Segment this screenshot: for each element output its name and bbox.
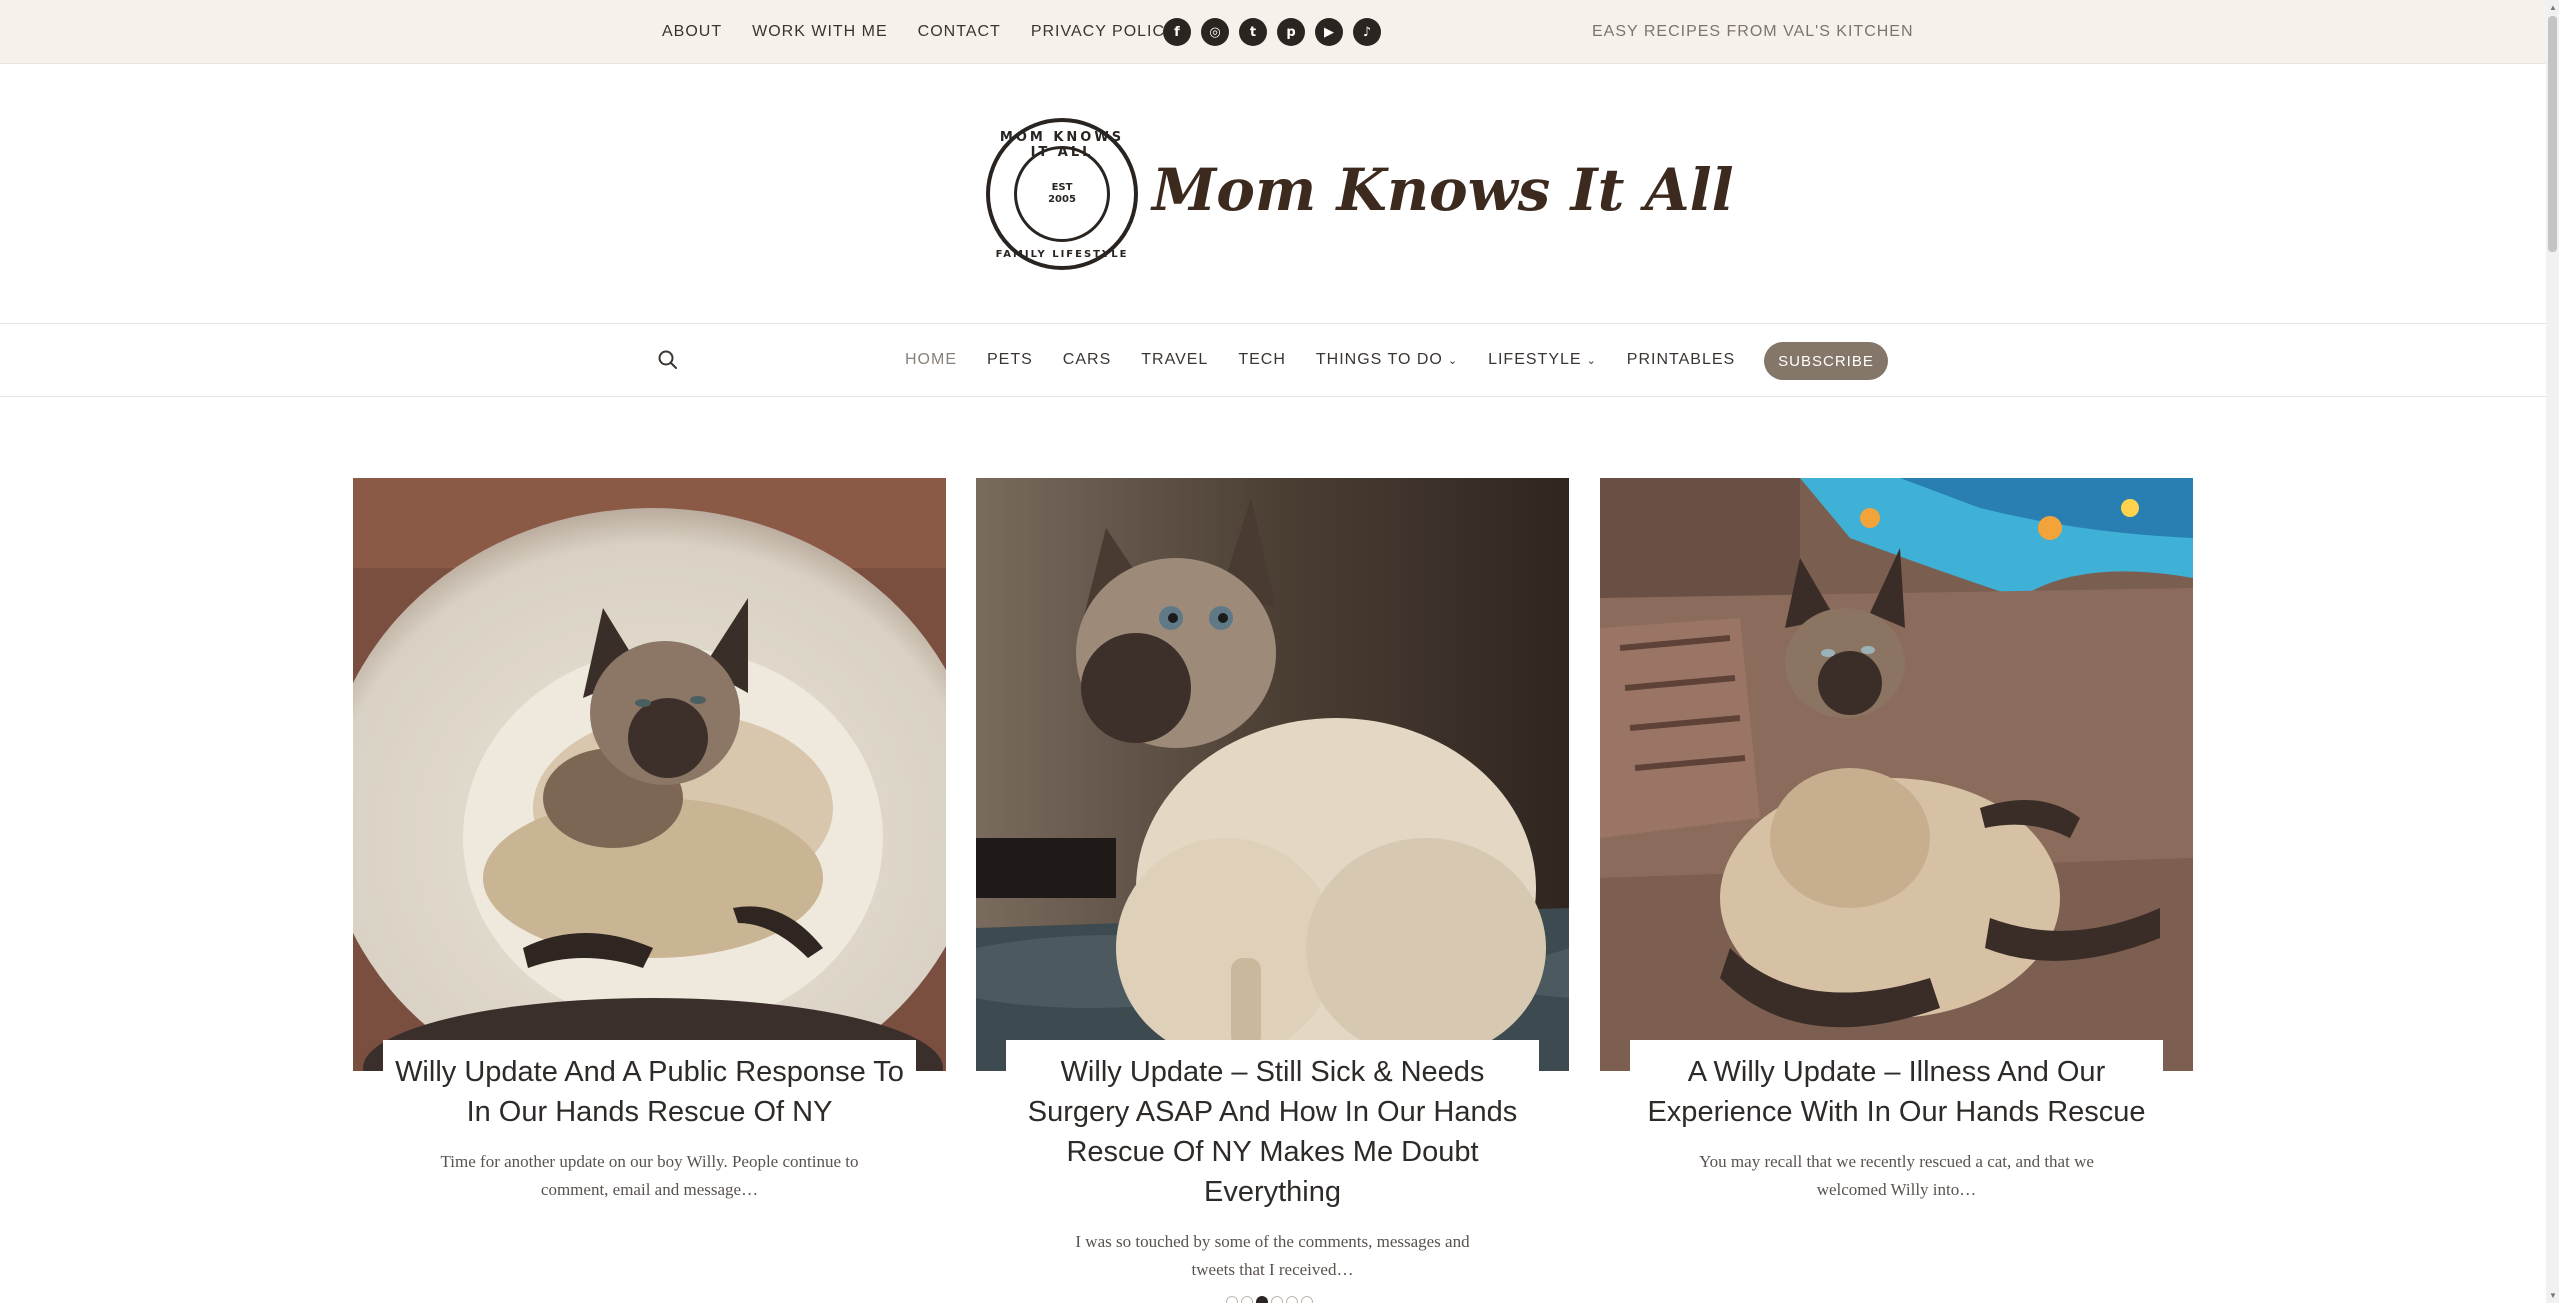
carousel-dot[interactable] xyxy=(1301,1296,1313,1303)
main-nav: HOME PETS CARS TRAVEL TECH THINGS TO DO ⌄… xyxy=(0,323,2546,397)
post-excerpt: I was so touched by some of the comments… xyxy=(1075,1232,1470,1279)
logo-seal-bottom-text: FAMILY LIFESTYLE xyxy=(995,249,1129,260)
nav-item-label: TRAVEL xyxy=(1141,351,1209,368)
page-scrollbar[interactable]: ▲ ▼ xyxy=(2546,0,2559,1303)
carousel-dot[interactable] xyxy=(1271,1296,1283,1303)
logo-seal-est: EST xyxy=(1051,182,1073,193)
nav-item-pets[interactable]: PETS xyxy=(987,351,1033,369)
top-nav-contact[interactable]: CONTACT xyxy=(918,23,1001,41)
post-card[interactable]: A Willy Update – Illness And Our Experie… xyxy=(1600,478,2193,1204)
post-image-cat-sitting[interactable] xyxy=(976,478,1569,1071)
nav-item-label: TECH xyxy=(1238,351,1286,368)
primary-menu: HOME PETS CARS TRAVEL TECH THINGS TO DO ⌄… xyxy=(905,324,1735,396)
top-nav-about[interactable]: ABOUT xyxy=(662,23,722,41)
top-nav-work-with-me[interactable]: WORK WITH ME xyxy=(752,23,888,41)
post-title-box: Willy Update And A Public Response To In… xyxy=(383,1040,916,1204)
carousel-dot[interactable] xyxy=(1226,1296,1238,1303)
nav-item-tech[interactable]: TECH xyxy=(1238,351,1286,369)
post-title-box: A Willy Update – Illness And Our Experie… xyxy=(1630,1040,2163,1204)
post-title[interactable]: Willy Update And A Public Response To In… xyxy=(393,1052,906,1132)
chevron-down-icon: ⌄ xyxy=(1447,354,1459,367)
nav-item-label: LIFESTYLE xyxy=(1488,351,1582,368)
post-card[interactable]: Willy Update And A Public Response To In… xyxy=(353,478,946,1204)
carousel-dot[interactable] xyxy=(1241,1296,1253,1303)
chevron-down-icon: ⌄ xyxy=(1586,354,1597,367)
top-nav: ABOUT WORK WITH ME CONTACT PRIVACY POLIC… xyxy=(662,0,1177,64)
nav-item-travel[interactable]: TRAVEL xyxy=(1141,351,1208,369)
tiktok-icon[interactable]: ♪ xyxy=(1353,18,1381,46)
post-image-cat-in-bed[interactable] xyxy=(353,478,946,1071)
search-icon xyxy=(658,350,677,369)
site-title[interactable]: Mom Knows It All xyxy=(1152,156,1734,224)
tagline[interactable]: EASY RECIPES FROM VAL'S KITCHEN xyxy=(1592,0,1914,64)
subscribe-button[interactable]: SUBSCRIBE xyxy=(1764,342,1888,380)
scrollbar-thumb[interactable] xyxy=(2548,16,2557,252)
nav-item-label: THINGS TO DO xyxy=(1315,351,1443,368)
social-links: f ◎ t p ▶ ♪ xyxy=(1163,18,1381,46)
nav-item-lifestyle[interactable]: LIFESTYLE ⌄ xyxy=(1488,351,1597,369)
logo-seal-year: 2005 xyxy=(1048,194,1076,205)
nav-item-things-to-do[interactable]: THINGS TO DO ⌄ xyxy=(1316,351,1458,369)
scroll-up-icon[interactable]: ▲ xyxy=(2549,3,2557,12)
nav-item-label: PETS xyxy=(987,351,1033,368)
logo-seal-center: EST 2005 xyxy=(1014,146,1110,242)
nav-item-home[interactable]: HOME xyxy=(905,351,957,369)
nav-item-label: CARS xyxy=(1062,351,1112,368)
nav-item-printables[interactable]: PRINTABLES xyxy=(1627,351,1735,369)
facebook-icon[interactable]: f xyxy=(1163,18,1191,46)
post-title[interactable]: A Willy Update – Illness And Our Experie… xyxy=(1640,1052,2153,1132)
youtube-icon[interactable]: ▶ xyxy=(1315,18,1343,46)
twitter-icon[interactable]: t xyxy=(1239,18,1267,46)
post-title[interactable]: Willy Update – Still Sick & Needs Surger… xyxy=(1016,1052,1529,1212)
post-excerpt: Time for another update on our boy Willy… xyxy=(440,1152,859,1199)
post-title-box: Willy Update – Still Sick & Needs Surger… xyxy=(1006,1040,1539,1284)
scroll-down-icon[interactable]: ▼ xyxy=(2549,1291,2557,1300)
carousel-pagination xyxy=(1226,1296,1313,1303)
carousel-dot-active[interactable] xyxy=(1256,1296,1268,1303)
instagram-icon[interactable]: ◎ xyxy=(1201,18,1229,46)
top-nav-privacy-policy[interactable]: PRIVACY POLICY xyxy=(1031,23,1177,41)
nav-item-cars[interactable]: CARS xyxy=(1063,351,1111,369)
post-excerpt: You may recall that we recently rescued … xyxy=(1699,1152,2094,1199)
site-header: MOM KNOWS IT ALL EST 2005 FAMILY LIFESTY… xyxy=(0,64,2546,324)
post-card[interactable]: Willy Update – Still Sick & Needs Surger… xyxy=(976,478,1569,1284)
pinterest-icon[interactable]: p xyxy=(1277,18,1305,46)
nav-item-label: PRINTABLES xyxy=(1626,351,1736,368)
post-image-cat-on-couch[interactable] xyxy=(1600,478,2193,1071)
top-bar: ABOUT WORK WITH ME CONTACT PRIVACY POLIC… xyxy=(0,0,2546,64)
search-button[interactable] xyxy=(656,348,680,372)
nav-item-label: HOME xyxy=(905,351,957,368)
site-logo[interactable]: MOM KNOWS IT ALL EST 2005 FAMILY LIFESTY… xyxy=(986,118,1138,270)
carousel-dot[interactable] xyxy=(1286,1296,1298,1303)
